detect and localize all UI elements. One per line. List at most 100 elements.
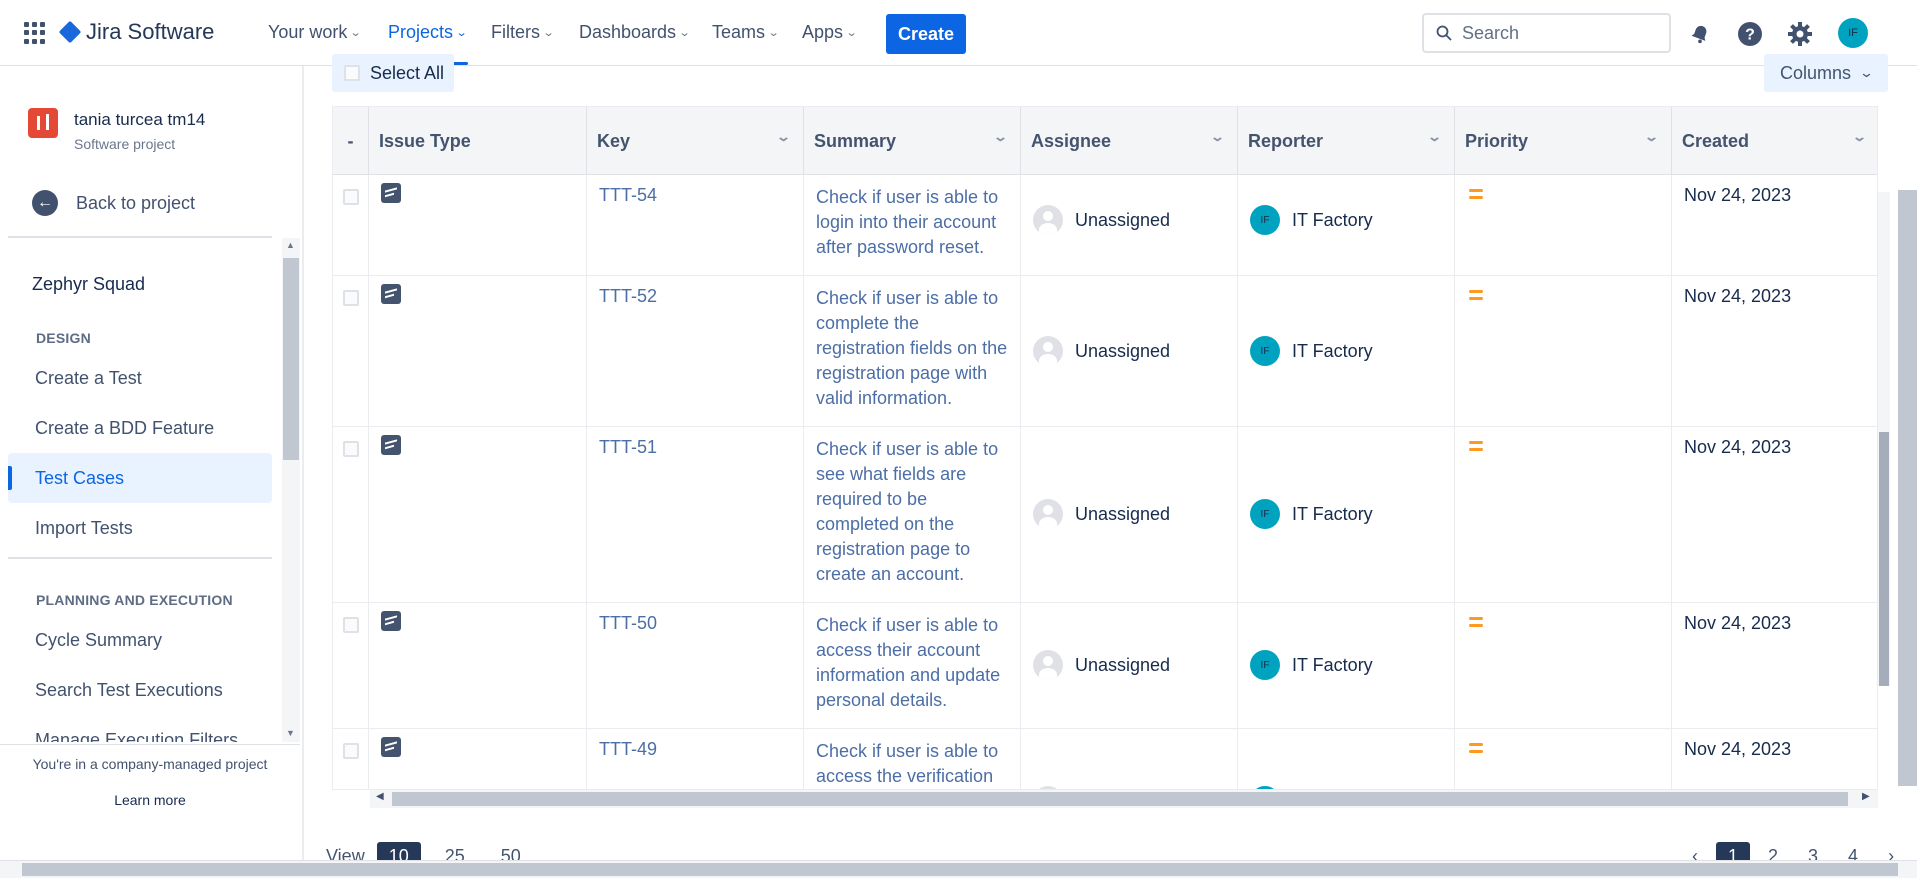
reporter-cell[interactable]: IF IT Factory	[1250, 336, 1373, 366]
select-all-button[interactable]: Select All	[332, 54, 454, 92]
test-issue-type-icon	[381, 611, 401, 631]
nav-dashboards[interactable]: Dashboards ⌄	[579, 22, 691, 43]
sidebar-item-search-test-executions[interactable]: Search Test Executions	[8, 665, 272, 715]
project-header[interactable]: tania turcea tm14 Software project	[28, 108, 205, 152]
sort-chevron-icon[interactable]: ⌄	[1852, 129, 1867, 145]
row-checkbox[interactable]	[343, 743, 359, 759]
sidebar-item-manage-execution-filters[interactable]: Manage Execution Filters	[8, 715, 272, 743]
project-name: tania turcea tm14	[74, 110, 206, 129]
table-horizontal-scrollbar-thumb[interactable]	[392, 792, 1848, 806]
unassigned-avatar-icon	[1033, 499, 1063, 529]
test-issue-type-icon	[381, 284, 401, 304]
reporter-cell[interactable]: IF IT Factory	[1250, 205, 1373, 235]
select-all-label: Select All	[370, 62, 445, 83]
row-checkbox[interactable]	[343, 441, 359, 457]
company-managed-note: You're in a company-managed project	[32, 756, 268, 772]
page-horizontal-scrollbar-thumb[interactable]	[22, 863, 1898, 876]
reporter-cell[interactable]: IF IT Factory	[1250, 650, 1373, 680]
notifications-bell-icon[interactable]	[1686, 20, 1714, 48]
sidebar-item-label: Import Tests	[35, 517, 133, 538]
issue-key-link[interactable]: TTT-51	[599, 437, 657, 458]
scroll-left-arrow-icon[interactable]: ◀	[376, 791, 384, 802]
sidebar-item-create-test[interactable]: Create a Test	[8, 353, 272, 403]
row-checkbox[interactable]	[343, 617, 359, 633]
create-button[interactable]: Create	[886, 14, 966, 54]
assignee-cell[interactable]: Unassigned	[1033, 336, 1170, 366]
created-date: Nov 24, 2023	[1684, 437, 1792, 457]
column-header-summary[interactable]: Summary ⌄	[804, 107, 1021, 175]
sidebar-item-create-bdd-feature[interactable]: Create a BDD Feature	[8, 403, 272, 453]
sort-chevron-icon[interactable]: ⌄	[1644, 129, 1659, 145]
back-to-project-link[interactable]: ← Back to project	[32, 190, 195, 216]
help-icon[interactable]: ?	[1736, 20, 1764, 48]
nav-projects[interactable]: Projects ⌄	[388, 22, 468, 43]
sidebar-footer: You're in a company-managed project Lear…	[0, 756, 300, 810]
reporter-name: IT Factory	[1292, 340, 1373, 361]
issue-summary-link[interactable]: Check if user is able to complete the re…	[816, 286, 1012, 411]
user-avatar[interactable]: IF	[1838, 18, 1868, 48]
chevron-down-icon: ⌄	[349, 27, 362, 39]
column-header-issue-type[interactable]: Issue Type	[369, 107, 587, 175]
table-row[interactable]: TTT-51 Check if user is able to see what…	[333, 427, 1877, 603]
created-date: Nov 24, 2023	[1684, 739, 1792, 759]
sidebar-item-test-cases[interactable]: Test Cases	[8, 453, 272, 503]
issue-summary-link[interactable]: Check if user is able to login into thei…	[816, 185, 1012, 260]
reporter-avatar: IF	[1250, 499, 1280, 529]
chevron-down-icon: ⌄	[542, 27, 555, 39]
priority-medium-icon	[1469, 441, 1483, 455]
issue-summary-link[interactable]: Check if user is able to access the veri…	[816, 739, 1012, 789]
reporter-cell[interactable]: IF IT Factory	[1250, 499, 1373, 529]
table-vertical-scrollbar-thumb[interactable]	[1879, 432, 1889, 686]
column-header-priority[interactable]: Priority ⌄	[1455, 107, 1672, 175]
sort-chevron-icon[interactable]: ⌄	[776, 129, 791, 145]
priority-medium-icon	[1469, 617, 1483, 631]
sort-chevron-icon[interactable]: ⌄	[1210, 129, 1225, 145]
settings-gear-icon[interactable]	[1786, 20, 1814, 48]
table-row[interactable]: TTT-49 Check if user is able to access t…	[333, 729, 1877, 789]
nav-your-work[interactable]: Your work ⌄	[268, 22, 362, 43]
scroll-right-arrow-icon[interactable]: ▶	[1862, 791, 1870, 802]
issue-summary-link[interactable]: Check if user is able to see what fields…	[816, 437, 1012, 587]
issue-key-link[interactable]: TTT-54	[599, 185, 657, 206]
sort-chevron-icon[interactable]: ⌄	[993, 129, 1008, 145]
page-vertical-scrollbar-thumb[interactable]	[1898, 190, 1917, 786]
reporter-avatar: IF	[1250, 336, 1280, 366]
assignee-cell[interactable]: Unassigned	[1033, 499, 1170, 529]
sort-chevron-icon[interactable]: ⌄	[1427, 129, 1442, 145]
search-box[interactable]	[1422, 13, 1671, 53]
row-checkbox[interactable]	[343, 290, 359, 306]
row-checkbox[interactable]	[343, 189, 359, 205]
select-all-checkbox[interactable]	[344, 65, 360, 81]
table-row[interactable]: TTT-50 Check if user is able to access t…	[333, 603, 1877, 729]
sidebar-item-label: Create a Test	[35, 367, 142, 388]
nav-teams[interactable]: Teams ⌄	[712, 22, 780, 43]
table-row[interactable]: TTT-54 Check if user is able to login in…	[333, 175, 1877, 276]
columns-button[interactable]: Columns ⌄	[1764, 54, 1888, 92]
sidebar-scrollbar-thumb[interactable]	[283, 258, 299, 460]
nav-apps[interactable]: Apps ⌄	[802, 22, 858, 43]
assignee-name: Unassigned	[1075, 503, 1171, 524]
reporter-name: IT Factory	[1292, 503, 1373, 524]
column-header-select[interactable]: -	[333, 107, 369, 175]
learn-more-link[interactable]: Learn more	[114, 792, 186, 808]
column-header-reporter[interactable]: Reporter ⌄	[1238, 107, 1455, 175]
app-switcher-icon[interactable]	[24, 22, 46, 44]
nav-filters[interactable]: Filters ⌄	[491, 22, 555, 43]
sidebar-item-import-tests[interactable]: Import Tests	[8, 503, 272, 553]
table-row[interactable]: TTT-52 Check if user is able to complete…	[333, 276, 1877, 427]
column-header-key[interactable]: Key ⌄	[587, 107, 804, 175]
assignee-cell[interactable]: Unassigned	[1033, 205, 1170, 235]
scroll-down-arrow-icon[interactable]: ▼	[286, 728, 295, 738]
jira-logo[interactable]: Jira Software	[58, 19, 214, 45]
scroll-up-arrow-icon[interactable]: ▲	[286, 240, 295, 250]
assignee-cell[interactable]: Unassigned	[1033, 650, 1170, 680]
issue-key-link[interactable]: TTT-49	[599, 739, 657, 760]
issue-summary-link[interactable]: Check if user is able to access their ac…	[816, 613, 1012, 713]
column-header-assignee[interactable]: Assignee ⌄	[1021, 107, 1238, 175]
svg-text:?: ?	[1745, 27, 1755, 44]
issue-key-link[interactable]: TTT-50	[599, 613, 657, 634]
search-input[interactable]	[1462, 22, 1652, 44]
issue-key-link[interactable]: TTT-52	[599, 286, 657, 307]
sidebar-item-cycle-summary[interactable]: Cycle Summary	[8, 615, 272, 665]
column-header-created[interactable]: Created ⌄	[1672, 107, 1877, 175]
